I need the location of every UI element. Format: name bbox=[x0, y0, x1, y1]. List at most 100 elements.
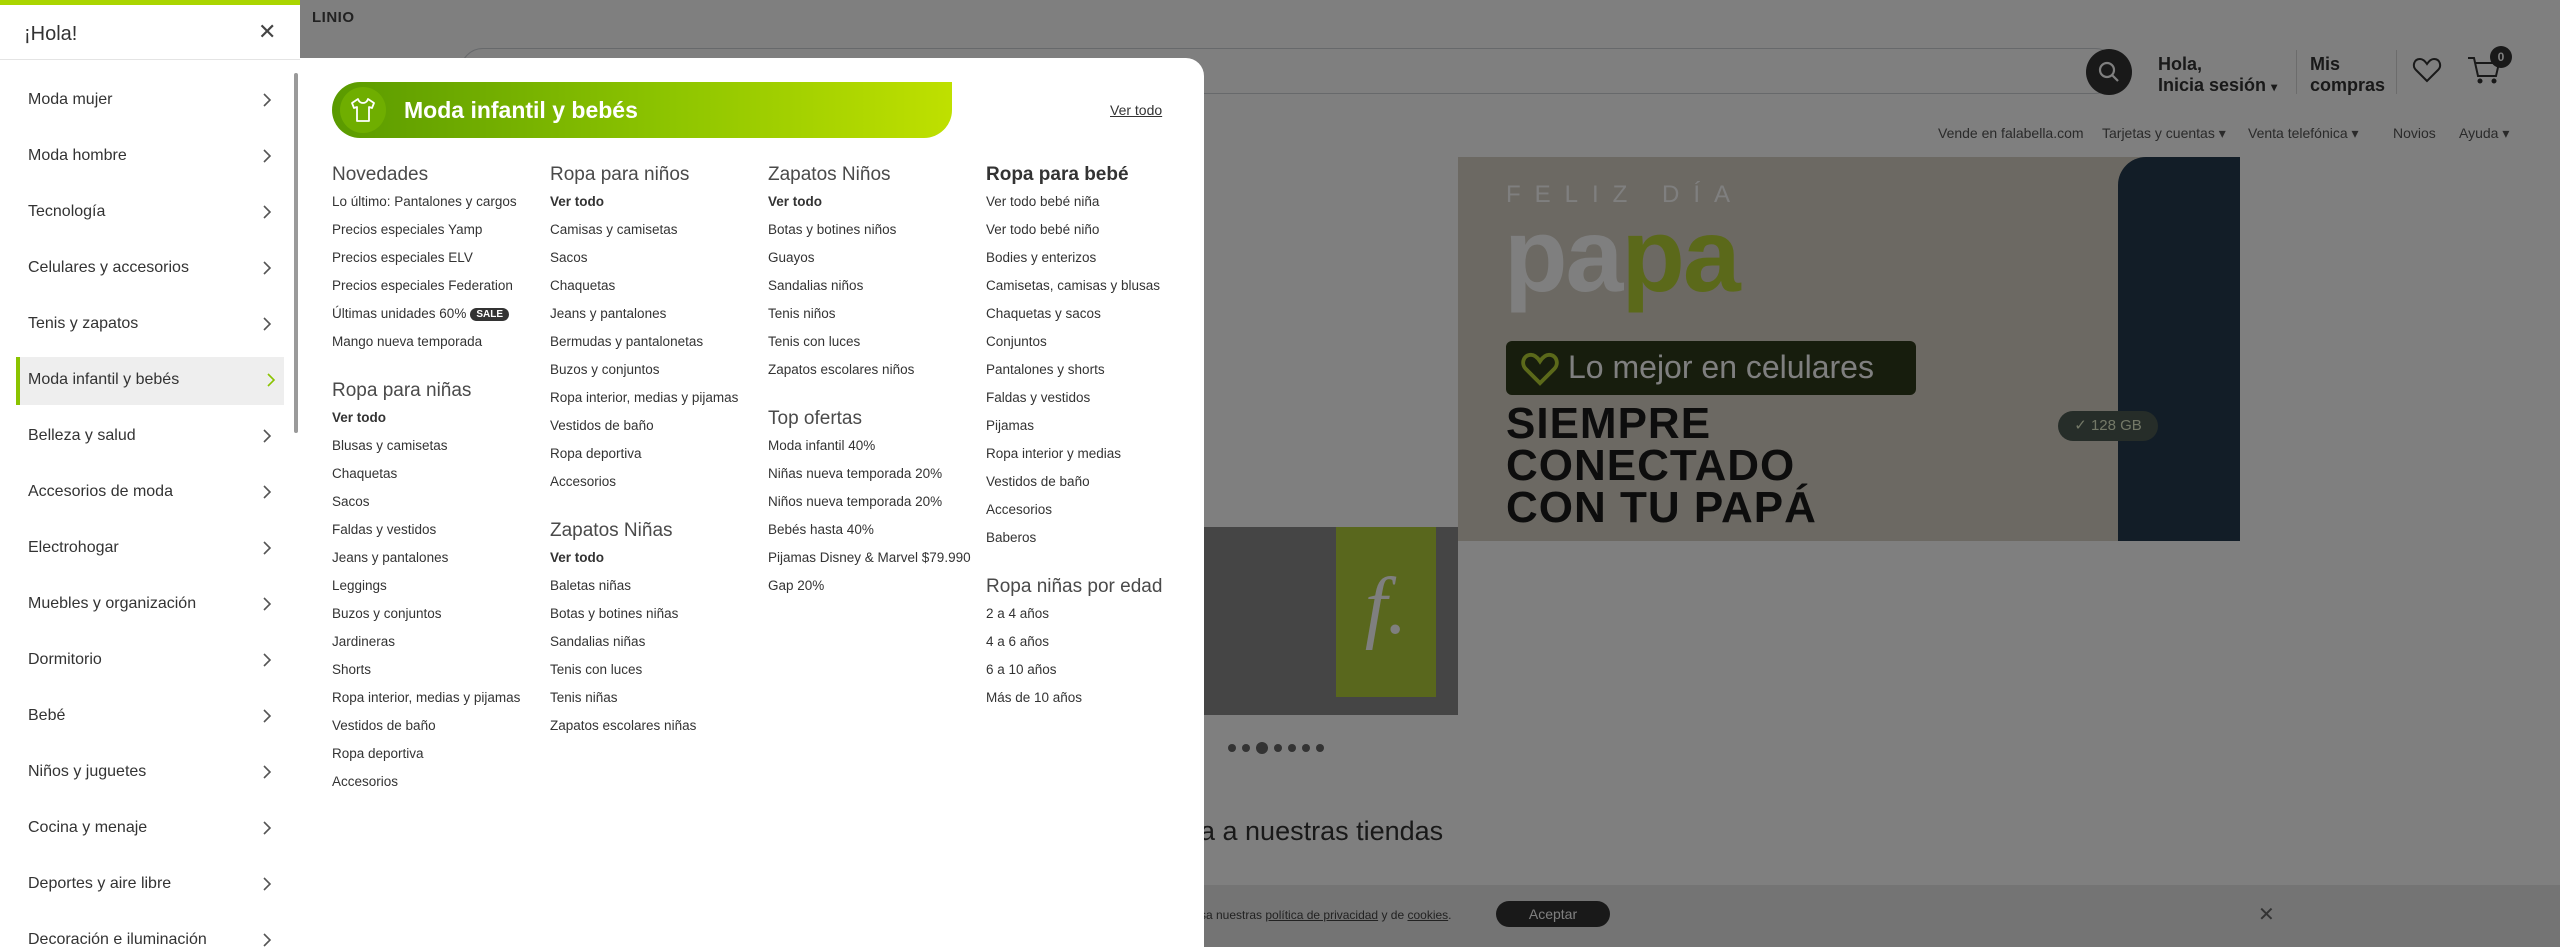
menu-link[interactable]: Ver todo bbox=[768, 194, 978, 210]
menu-link[interactable]: Ropa interior, medias y pijamas bbox=[550, 390, 760, 406]
menu-link[interactable]: Precios especiales Federation bbox=[332, 278, 542, 294]
menu-group-title[interactable]: Ropa para bebé bbox=[986, 164, 1196, 186]
menu-link[interactable]: Vestidos de baño bbox=[332, 718, 542, 734]
menu-link[interactable]: Lo último: Pantalones y cargos bbox=[332, 194, 542, 210]
menu-link[interactable]: Jeans y pantalones bbox=[332, 550, 542, 566]
menu-link[interactable]: Ropa deportiva bbox=[332, 746, 542, 762]
menu-group-title[interactable]: Ropa para niños bbox=[550, 164, 760, 186]
menu-link[interactable]: Baberos bbox=[986, 530, 1196, 546]
menu-link[interactable]: Bodies y enterizos bbox=[986, 250, 1196, 266]
menu-link[interactable]: Camisas y camisetas bbox=[550, 222, 760, 238]
sidebar-item[interactable]: Dormitorio bbox=[16, 637, 284, 685]
sidebar-item[interactable]: Tenis y zapatos bbox=[16, 301, 284, 349]
menu-link[interactable]: Ropa deportiva bbox=[550, 446, 760, 462]
menu-link[interactable]: Zapatos escolares niños bbox=[768, 362, 978, 378]
sidebar-item[interactable]: Electrohogar bbox=[16, 525, 284, 573]
menu-link[interactable]: 4 a 6 años bbox=[986, 634, 1196, 650]
menu-link[interactable]: Ver todo bebé niño bbox=[986, 222, 1196, 238]
menu-group: Zapatos Niñas Ver todo Baletas niñas Botas … bbox=[550, 520, 760, 734]
menu-link[interactable]: Ver todo bbox=[550, 550, 760, 566]
menu-group-title[interactable]: Ropa niñas por edad bbox=[986, 576, 1196, 598]
menu-link[interactable]: Conjuntos bbox=[986, 334, 1196, 350]
menu-link[interactable]: Blusas y camisetas bbox=[332, 438, 542, 454]
sidebar-item-label: Moda hombre bbox=[28, 147, 127, 164]
sidebar-item[interactable]: Moda infantil y bebés bbox=[16, 357, 284, 405]
menu-link[interactable]: Camisetas, camisas y blusas bbox=[986, 278, 1196, 294]
menu-link[interactable]: Jardineras bbox=[332, 634, 542, 650]
sidebar-scrollbar[interactable] bbox=[294, 73, 298, 433]
menu-link[interactable]: Tenis niñas bbox=[550, 690, 760, 706]
sidebar-item[interactable]: Moda mujer bbox=[16, 77, 284, 125]
menu-link[interactable]: 6 a 10 años bbox=[986, 662, 1196, 678]
menu-link[interactable]: Niños nueva temporada 20% bbox=[768, 494, 978, 510]
menu-link[interactable]: Faldas y vestidos bbox=[986, 390, 1196, 406]
menu-link[interactable]: Shorts bbox=[332, 662, 542, 678]
sidebar-item[interactable]: Muebles y organización bbox=[16, 581, 284, 629]
menu-link[interactable]: Tenis niños bbox=[768, 306, 978, 322]
menu-group-title[interactable]: Zapatos Niños bbox=[768, 164, 978, 186]
menu-link[interactable]: Ropa interior, medias y pijamas bbox=[332, 690, 542, 706]
menu-link[interactable]: Chaquetas bbox=[332, 466, 542, 482]
menu-link[interactable]: Zapatos escolares niñas bbox=[550, 718, 760, 734]
menu-link[interactable]: Botas y botines niños bbox=[768, 222, 978, 238]
menu-link[interactable]: Ropa interior y medias bbox=[986, 446, 1196, 462]
menu-column: Ropa para bebé Ver todo bebé niña Ver todo… bbox=[986, 164, 1196, 736]
ver-todo-link[interactable]: Ver todo bbox=[1110, 102, 1162, 118]
menu-link[interactable]: Leggings bbox=[332, 578, 542, 594]
menu-link[interactable]: Faldas y vestidos bbox=[332, 522, 542, 538]
sidebar-item[interactable]: Deportes y aire libre bbox=[16, 861, 284, 909]
sidebar-item[interactable]: Niños y juguetes bbox=[16, 749, 284, 797]
menu-link[interactable]: Mango nueva temporada bbox=[332, 334, 542, 350]
menu-column: Zapatos Niños Ver todo Botas y botines niñ… bbox=[768, 164, 978, 624]
menu-link[interactable]: Pijamas Disney & Marvel $79.990 bbox=[768, 550, 978, 566]
menu-link[interactable]: Baletas niñas bbox=[550, 578, 760, 594]
menu-link[interactable]: Buzos y conjuntos bbox=[332, 606, 542, 622]
sidebar-item[interactable]: Decoración e iluminación bbox=[16, 917, 284, 947]
menu-link[interactable]: 2 a 4 años bbox=[986, 606, 1196, 622]
sidebar-item[interactable]: Cocina y menaje bbox=[16, 805, 284, 853]
sidebar-item[interactable]: Tecnología bbox=[16, 189, 284, 237]
sidebar-item[interactable]: Moda hombre bbox=[16, 133, 284, 181]
menu-link[interactable]: Buzos y conjuntos bbox=[550, 362, 760, 378]
menu-link[interactable]: Vestidos de baño bbox=[986, 474, 1196, 490]
menu-group-title[interactable]: Zapatos Niñas bbox=[550, 520, 760, 542]
menu-link[interactable]: Vestidos de baño bbox=[550, 418, 760, 434]
sidebar-item[interactable]: Bebé bbox=[16, 693, 284, 741]
menu-link[interactable]: Guayos bbox=[768, 250, 978, 266]
menu-group-title[interactable]: Novedades bbox=[332, 164, 542, 186]
menu-link[interactable]: Más de 10 años bbox=[986, 690, 1196, 706]
menu-link[interactable]: Sandalias niños bbox=[768, 278, 978, 294]
menu-link[interactable]: Tenis con luces bbox=[768, 334, 978, 350]
menu-link[interactable]: Gap 20% bbox=[768, 578, 978, 594]
menu-link[interactable]: Ver todo bbox=[332, 410, 542, 426]
menu-link[interactable]: Ver todo bebé niña bbox=[986, 194, 1196, 210]
menu-link[interactable]: Pijamas bbox=[986, 418, 1196, 434]
menu-link[interactable]: Tenis con luces bbox=[550, 662, 760, 678]
menu-link[interactable]: Bermudas y pantalonetas bbox=[550, 334, 760, 350]
menu-link[interactable]: Accesorios bbox=[986, 502, 1196, 518]
menu-link[interactable]: Chaquetas y sacos bbox=[986, 306, 1196, 322]
menu-link[interactable]: Chaquetas bbox=[550, 278, 760, 294]
menu-link[interactable]: Jeans y pantalones bbox=[550, 306, 760, 322]
menu-link[interactable]: Accesorios bbox=[550, 474, 760, 490]
menu-link[interactable]: Ver todo bbox=[550, 194, 760, 210]
close-icon[interactable]: ✕ bbox=[258, 20, 276, 45]
menu-link[interactable]: Precios especiales ELV bbox=[332, 250, 542, 266]
sale-badge: SALE bbox=[470, 307, 509, 321]
sidebar-item[interactable]: Belleza y salud bbox=[16, 413, 284, 461]
menu-group-title[interactable]: Top ofertas bbox=[768, 408, 978, 430]
menu-link[interactable]: Sandalias niñas bbox=[550, 634, 760, 650]
menu-link[interactable]: Accesorios bbox=[332, 774, 542, 790]
menu-link[interactable]: Bebés hasta 40% bbox=[768, 522, 978, 538]
menu-link[interactable]: Moda infantil 40% bbox=[768, 438, 978, 454]
menu-link[interactable]: Pantalones y shorts bbox=[986, 362, 1196, 378]
menu-link[interactable]: Sacos bbox=[332, 494, 542, 510]
menu-link[interactable]: Sacos bbox=[550, 250, 760, 266]
menu-group-title[interactable]: Ropa para niñas bbox=[332, 380, 542, 402]
menu-link[interactable]: Últimas unidades 60% SALE bbox=[332, 306, 542, 322]
menu-link[interactable]: Precios especiales Yamp bbox=[332, 222, 542, 238]
menu-link[interactable]: Botas y botines niñas bbox=[550, 606, 760, 622]
menu-link[interactable]: Niñas nueva temporada 20% bbox=[768, 466, 978, 482]
sidebar-item[interactable]: Accesorios de moda bbox=[16, 469, 284, 517]
sidebar-item[interactable]: Celulares y accesorios bbox=[16, 245, 284, 293]
